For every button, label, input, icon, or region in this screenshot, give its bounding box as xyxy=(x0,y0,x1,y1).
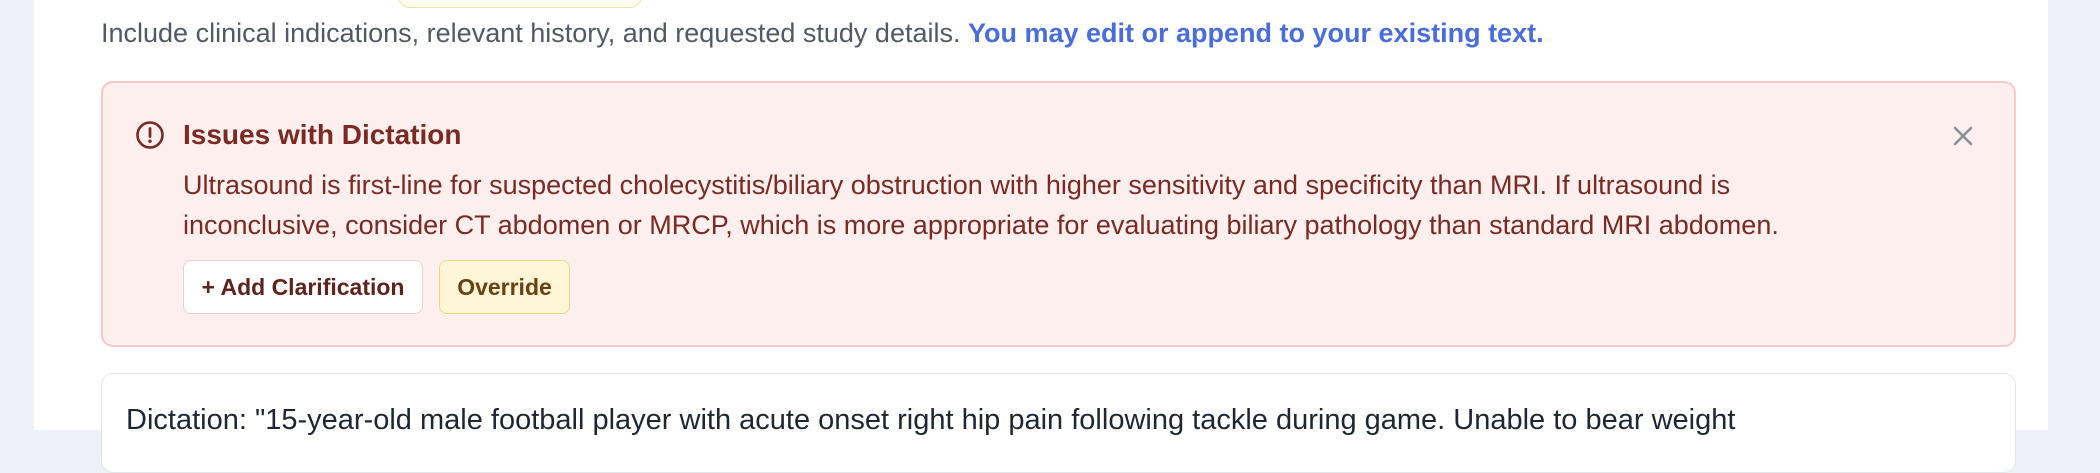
close-icon[interactable] xyxy=(1950,123,1976,149)
instructions-plain: Include clinical indications, relevant h… xyxy=(101,18,961,48)
alert-title: Issues with Dictation xyxy=(183,119,462,150)
top-pill-button[interactable] xyxy=(398,0,642,8)
dictation-textarea[interactable]: Dictation: "15-year-old male football pl… xyxy=(101,373,2016,473)
add-clarification-button[interactable]: + Add Clarification xyxy=(183,260,423,314)
dictation-text: Dictation: "15-year-old male football pl… xyxy=(126,404,1736,436)
override-button[interactable]: Override xyxy=(439,260,570,314)
alert-message: Ultrasound is first-line for suspected c… xyxy=(183,170,1779,240)
dictation-issues-alert: Issues with Dictation Ultrasound is firs… xyxy=(101,81,2016,347)
instructions-text: Include clinical indications, relevant h… xyxy=(101,18,1544,49)
instructions-emphasis: You may edit or append to your existing … xyxy=(968,18,1544,48)
exclamation-circle-icon xyxy=(136,121,164,149)
